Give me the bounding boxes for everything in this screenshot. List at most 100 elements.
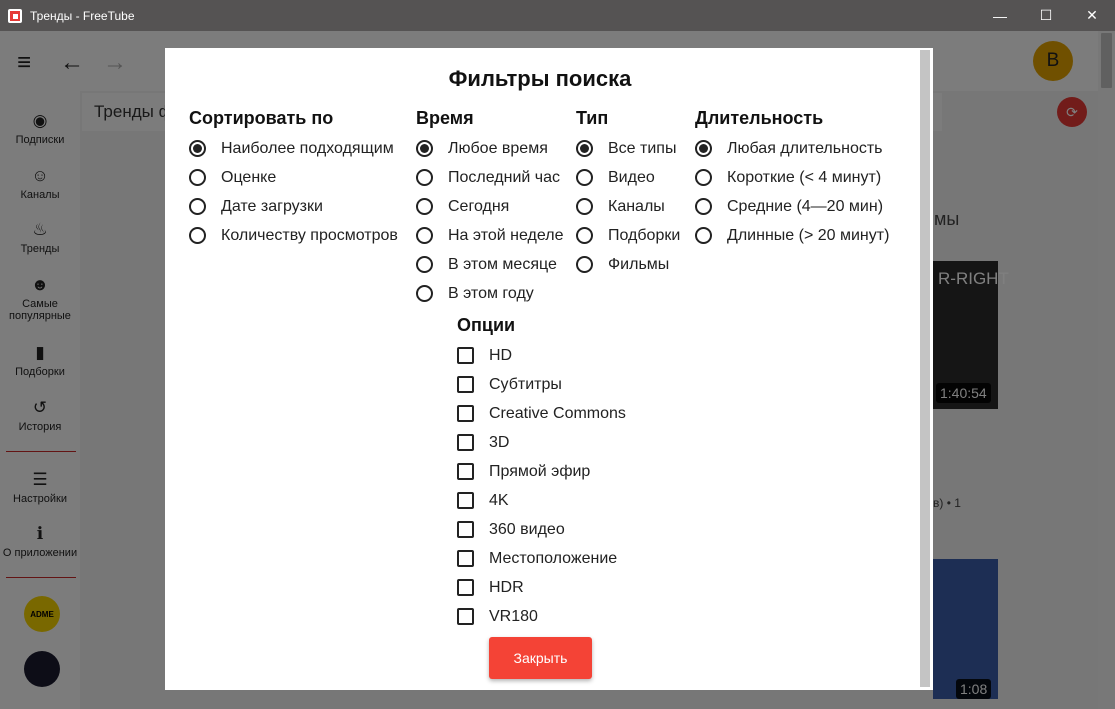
checkbox[interactable] — [457, 550, 474, 567]
radio-selected[interactable] — [695, 140, 712, 157]
time-option[interactable]: Последний час — [416, 163, 563, 192]
type-title: Тип — [576, 108, 609, 128]
feature-option[interactable]: HDR — [457, 573, 626, 602]
option-label: Все типы — [608, 139, 677, 157]
checkbox[interactable] — [457, 579, 474, 596]
sort-by-title: Сортировать по — [189, 108, 334, 128]
window-titlebar: Тренды - FreeTube — ☐ ✕ — [0, 0, 1115, 31]
time-option[interactable]: Сегодня — [416, 192, 563, 221]
option-label: Количеству просмотров — [221, 226, 398, 244]
checkbox[interactable] — [457, 376, 474, 393]
option-label: Короткие (< 4 минут) — [727, 168, 882, 186]
radio[interactable] — [416, 198, 433, 215]
radio[interactable] — [416, 169, 433, 186]
radio[interactable] — [416, 256, 433, 273]
checkbox[interactable] — [457, 347, 474, 364]
features-group: Опции HD Субтитры Creative Commons 3D Пр… — [457, 314, 626, 631]
option-label: Субтитры — [489, 375, 562, 393]
option-label: Creative Commons — [489, 404, 626, 422]
checkbox[interactable] — [457, 405, 474, 422]
checkbox[interactable] — [457, 521, 474, 538]
minimize-button[interactable]: — — [977, 0, 1023, 31]
sort-option[interactable]: Дате загрузки — [189, 192, 398, 221]
feature-option[interactable]: Местоположение — [457, 544, 626, 573]
time-group: Время Любое время Последний час Сегодня … — [416, 107, 563, 308]
radio[interactable] — [189, 169, 206, 186]
option-label: Любое время — [448, 139, 548, 157]
option-label: Местоположение — [489, 549, 618, 567]
option-label: Последний час — [448, 168, 561, 186]
features-title: Опции — [457, 315, 516, 335]
type-option[interactable]: Каналы — [576, 192, 680, 221]
checkbox[interactable] — [457, 492, 474, 509]
radio[interactable] — [576, 227, 593, 244]
window-title: Тренды - FreeTube — [30, 8, 135, 23]
modal-title: Фильтры поиска — [448, 66, 632, 91]
option-label: Подборки — [608, 226, 681, 244]
radio[interactable] — [416, 285, 433, 302]
time-option[interactable]: В этом году — [416, 279, 563, 308]
radio-selected[interactable] — [416, 140, 433, 157]
option-label: 3D — [489, 433, 510, 451]
feature-option[interactable]: Субтитры — [457, 370, 626, 399]
radio[interactable] — [576, 198, 593, 215]
radio-selected[interactable] — [189, 140, 206, 157]
option-label: 360 видео — [489, 520, 565, 538]
duration-option[interactable]: Любая длительность — [695, 134, 889, 163]
option-label: Наиболее подходящим — [221, 139, 394, 157]
sort-option[interactable]: Наиболее подходящим — [189, 134, 398, 163]
checkbox[interactable] — [457, 608, 474, 625]
radio[interactable] — [695, 169, 712, 186]
option-label: Дате загрузки — [221, 197, 323, 215]
type-option[interactable]: Подборки — [576, 221, 680, 250]
time-option[interactable]: В этом месяце — [416, 250, 563, 279]
radio[interactable] — [576, 169, 593, 186]
duration-group: Длительность Любая длительность Короткие… — [695, 107, 889, 250]
maximize-button[interactable]: ☐ — [1023, 0, 1069, 31]
feature-option[interactable]: VR180 — [457, 602, 626, 631]
option-label: Любая длительность — [727, 139, 883, 157]
option-label: HDR — [489, 578, 524, 596]
feature-option[interactable]: 4K — [457, 486, 626, 515]
feature-option[interactable]: Creative Commons — [457, 399, 626, 428]
search-filters-modal: Фильтры поиска Сортировать по Наиболее п… — [165, 48, 933, 690]
sort-option[interactable]: Количеству просмотров — [189, 221, 398, 250]
modal-scrollbar[interactable] — [920, 50, 930, 687]
feature-option[interactable]: 360 видео — [457, 515, 626, 544]
option-label: Сегодня — [448, 197, 510, 215]
radio[interactable] — [189, 227, 206, 244]
radio[interactable] — [695, 227, 712, 244]
duration-option[interactable]: Средние (4—20 мин) — [695, 192, 889, 221]
radio[interactable] — [576, 256, 593, 273]
sort-by-group: Сортировать по Наиболее подходящим Оценк… — [189, 107, 398, 250]
time-option[interactable]: Любое время — [416, 134, 563, 163]
option-label: Фильмы — [608, 255, 670, 273]
option-label: VR180 — [489, 607, 538, 625]
type-option[interactable]: Видео — [576, 163, 680, 192]
option-label: 4K — [489, 491, 509, 509]
radio[interactable] — [189, 198, 206, 215]
radio[interactable] — [695, 198, 712, 215]
option-label: Прямой эфир — [489, 462, 591, 480]
time-option[interactable]: На этой неделе — [416, 221, 563, 250]
option-label: На этой неделе — [448, 226, 564, 244]
duration-option[interactable]: Длинные (> 20 минут) — [695, 221, 889, 250]
duration-title: Длительность — [695, 108, 824, 128]
feature-option[interactable]: 3D — [457, 428, 626, 457]
radio-selected[interactable] — [576, 140, 593, 157]
checkbox[interactable] — [457, 463, 474, 480]
option-label: Оценке — [221, 168, 277, 186]
duration-option[interactable]: Короткие (< 4 минут) — [695, 163, 889, 192]
checkbox[interactable] — [457, 434, 474, 451]
close-window-button[interactable]: ✕ — [1069, 0, 1115, 31]
option-label: Средние (4—20 мин) — [727, 197, 884, 215]
option-label: Каналы — [608, 197, 665, 215]
sort-option[interactable]: Оценке — [189, 163, 398, 192]
feature-option[interactable]: HD — [457, 341, 626, 370]
type-option[interactable]: Фильмы — [576, 250, 680, 279]
close-button[interactable]: Закрыть — [489, 637, 592, 679]
feature-option[interactable]: Прямой эфир — [457, 457, 626, 486]
time-title: Время — [416, 108, 474, 128]
radio[interactable] — [416, 227, 433, 244]
type-option[interactable]: Все типы — [576, 134, 680, 163]
